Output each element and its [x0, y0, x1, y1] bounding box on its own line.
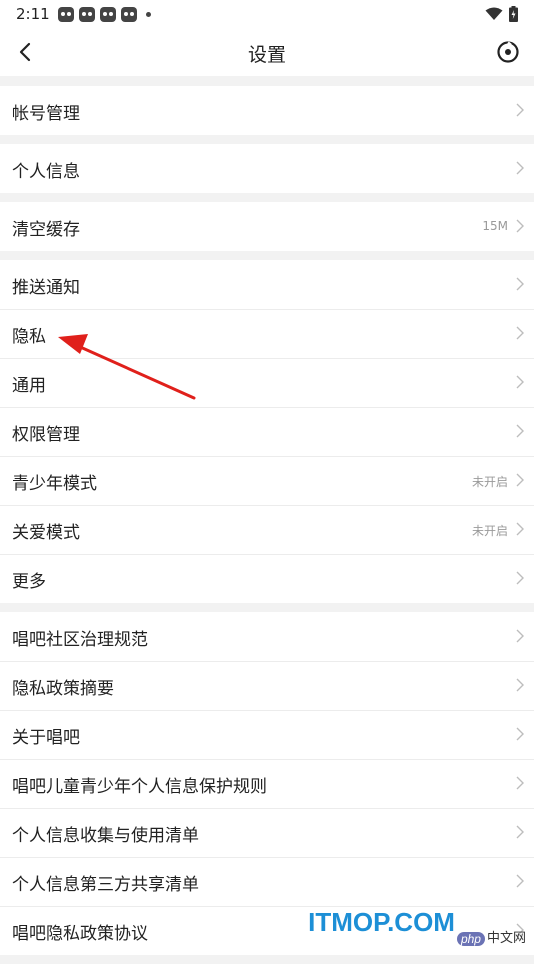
row-label: 个人信息第三方共享清单: [12, 875, 199, 895]
settings-row-teen-mode[interactable]: 青少年模式 未开启: [0, 456, 534, 505]
wifi-icon: [485, 7, 503, 20]
settings-row-general[interactable]: 通用: [0, 358, 534, 407]
settings-row-account-management[interactable]: 帐号管理: [0, 86, 534, 135]
watermark-subtext: 中文网: [486, 931, 526, 946]
chevron-right-icon: [516, 874, 524, 888]
row-label: 唱吧儿童青少年个人信息保护规则: [12, 777, 267, 797]
settings-row-info-collection-list[interactable]: 个人信息收集与使用清单: [0, 808, 534, 857]
status-time: 2:11: [16, 5, 50, 23]
settings-group-personal-info: 个人信息: [0, 144, 534, 193]
row-label: 个人信息收集与使用清单: [12, 826, 199, 846]
settings-row-third-party-sharing[interactable]: 个人信息第三方共享清单: [0, 857, 534, 906]
settings-row-privacy-summary[interactable]: 隐私政策摘要: [0, 661, 534, 710]
row-label: 推送通知: [12, 278, 80, 298]
care-mode-status: 未开启: [471, 524, 508, 538]
notification-app-icon: [79, 7, 95, 22]
settings-row-clear-cache[interactable]: 清空缓存 15M: [0, 202, 534, 251]
chevron-right-icon: [516, 727, 524, 741]
chevron-right-icon: [516, 571, 524, 585]
page-title: 设置: [247, 44, 286, 66]
watermark-php-badge: php: [456, 932, 485, 946]
row-label: 个人信息: [12, 162, 80, 182]
chevron-right-icon: [516, 375, 524, 389]
chevron-right-icon: [516, 277, 524, 291]
cache-size-value: 15M: [482, 219, 508, 233]
row-label: 关于唱吧: [12, 728, 80, 748]
row-label: 权限管理: [12, 425, 80, 445]
chevron-right-icon: [516, 473, 524, 487]
settings-row-personal-info[interactable]: 个人信息: [0, 144, 534, 193]
settings-row-privacy[interactable]: 隐私: [0, 309, 534, 358]
chevron-right-icon: [516, 629, 524, 643]
row-label: 更多: [12, 572, 46, 592]
chevron-right-icon: [516, 326, 524, 340]
notification-icons: [58, 7, 151, 22]
watermark: ITMOP.COM php 中文网: [308, 907, 526, 948]
chevron-right-icon: [516, 161, 524, 175]
settings-row-more[interactable]: 更多: [0, 554, 534, 603]
row-label: 青少年模式: [12, 474, 97, 494]
settings-group-account: 帐号管理: [0, 86, 534, 135]
chevron-right-icon: [516, 103, 524, 117]
row-label: 唱吧隐私政策协议: [12, 924, 148, 944]
row-label: 隐私政策摘要: [12, 679, 114, 699]
header-bar: 设置: [0, 28, 534, 76]
settings-row-community-rules[interactable]: 唱吧社区治理规范: [0, 612, 534, 661]
chevron-right-icon: [516, 522, 524, 536]
chevron-right-icon: [516, 678, 524, 692]
row-label: 关爱模式: [12, 523, 80, 543]
settings-group-general: 推送通知 隐私 通用 权限管理 青少年模式 未开启 关爱模式 未开启 更多: [0, 260, 534, 603]
chevron-right-icon: [516, 825, 524, 839]
settings-row-permissions[interactable]: 权限管理: [0, 407, 534, 456]
more-notifications-dot-icon: [146, 12, 151, 17]
row-label: 唱吧社区治理规范: [12, 630, 148, 650]
settings-row-about[interactable]: 关于唱吧: [0, 710, 534, 759]
chevron-right-icon: [516, 219, 524, 233]
settings-row-children-protection[interactable]: 唱吧儿童青少年个人信息保护规则: [0, 759, 534, 808]
row-label: 清空缓存: [12, 220, 80, 240]
notification-app-icon: [121, 7, 137, 22]
row-label: 通用: [12, 376, 46, 396]
watermark-logo-text: ITMOP.COM: [308, 907, 455, 937]
notification-app-icon: [100, 7, 116, 22]
notification-app-icon: [58, 7, 74, 22]
teen-mode-status: 未开启: [471, 475, 508, 489]
settings-group-legal: 唱吧社区治理规范 隐私政策摘要 关于唱吧 唱吧儿童青少年个人信息保护规则 个人信…: [0, 612, 534, 955]
battery-icon: [509, 6, 518, 22]
target-icon[interactable]: [496, 40, 520, 64]
row-label: 帐号管理: [12, 104, 80, 124]
settings-list: 帐号管理 个人信息 清空缓存 15M 推送通知 隐私 通用 权限管理 青少年模式…: [0, 86, 534, 964]
settings-row-push-notifications[interactable]: 推送通知: [0, 260, 534, 309]
settings-group-cache: 清空缓存 15M: [0, 202, 534, 251]
row-label: 隐私: [12, 327, 46, 347]
system-icons: [485, 6, 518, 22]
chevron-right-icon: [516, 776, 524, 790]
settings-row-care-mode[interactable]: 关爱模式 未开启: [0, 505, 534, 554]
chevron-right-icon: [516, 424, 524, 438]
status-bar: 2:11: [0, 0, 534, 28]
